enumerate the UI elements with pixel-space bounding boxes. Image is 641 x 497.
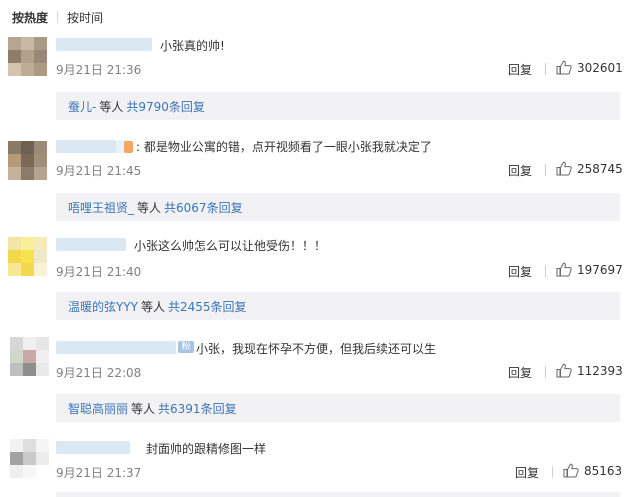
like-count: 197697 (577, 262, 623, 277)
reply-button[interactable]: 回复 (515, 464, 539, 481)
fan-badge: 粉 (178, 341, 194, 353)
reply-button[interactable]: 回复 (508, 364, 532, 381)
reply-button[interactable]: 回复 (508, 162, 532, 179)
sub-reply-others: 等人 (141, 299, 166, 314)
comment-time: 9月21日 21:40 (56, 265, 142, 279)
sub-reply-username[interactable]: 唔哩王祖贤_ (68, 199, 134, 216)
comment-time: 9月21日 21:45 (56, 164, 142, 178)
comment-item: : 都是物业公寓的错，点开视频看了一眼小张我就决定了 9月21日 21:45 回… (0, 137, 641, 237)
like-button[interactable]: 85163 (563, 463, 622, 478)
like-count: 112393 (577, 363, 623, 378)
avatar[interactable] (8, 141, 48, 181)
comment-item: 小张这么帅怎么可以让他受伤！！！ 9月21日 21:40 回复 197697 温… (0, 237, 641, 337)
action-divider (552, 466, 553, 478)
like-button[interactable]: 112393 (556, 363, 623, 378)
view-replies-link[interactable]: 共6067条回复 (164, 199, 243, 216)
like-count: 302601 (577, 60, 623, 75)
sub-reply-summary: 智聪高丽丽 等人 共6391条回复 (56, 394, 620, 422)
action-divider (545, 265, 546, 277)
thumbs-up-icon (556, 60, 572, 75)
sort-by-hot-tab[interactable]: 按热度 (12, 9, 48, 26)
like-button[interactable]: 197697 (556, 262, 623, 277)
thumbs-up-icon (563, 463, 579, 478)
reply-button[interactable]: 回复 (508, 61, 532, 78)
comment-item: 粉 小张，我现在怀孕不方便，但我后续还可以生 9月21日 22:08 回复 11… (0, 337, 641, 437)
avatar[interactable] (10, 439, 50, 479)
username-blurred[interactable] (56, 140, 116, 153)
action-divider (545, 366, 546, 378)
username-blurred[interactable] (56, 441, 130, 454)
user-badge-icon (124, 141, 133, 153)
sub-reply-username[interactable]: 温暖的弦YYY (68, 298, 138, 315)
username-blurred[interactable] (56, 238, 126, 251)
reply-button[interactable]: 回复 (508, 263, 532, 280)
comment-time: 9月21日 21:36 (56, 63, 142, 77)
thumbs-up-icon (556, 161, 572, 176)
sort-divider (57, 11, 59, 23)
thumbs-up-icon (556, 262, 572, 277)
view-replies-link[interactable]: 共9790条回复 (126, 98, 205, 115)
action-divider (545, 164, 546, 176)
sub-reply-summary-partial (56, 492, 620, 497)
view-replies-link[interactable]: 共2455条回复 (168, 298, 247, 315)
avatar[interactable] (8, 237, 48, 277)
avatar[interactable] (8, 37, 48, 77)
comment-time: 9月21日 21:37 (56, 466, 142, 480)
comment-text: 小张这么帅怎么可以让他受伤！！！ (134, 239, 327, 253)
comment-text: : 都是物业公寓的错，点开视频看了一眼小张我就决定了 (136, 140, 432, 154)
comment-text: 小张，我现在怀孕不方便，但我后续还可以生 (196, 342, 437, 356)
sub-reply-summary: 唔哩王祖贤_ 等人 共6067条回复 (56, 193, 620, 221)
sort-by-time-tab[interactable]: 按时间 (67, 9, 103, 26)
sub-reply-summary: 温暖的弦YYY 等人 共2455条回复 (56, 292, 620, 320)
like-button[interactable]: 302601 (556, 60, 623, 75)
sub-reply-others: 等人 (137, 200, 162, 215)
sub-reply-username[interactable]: 蚕儿- (68, 98, 96, 115)
username-blurred[interactable] (56, 38, 152, 51)
comment-text: 封面帅的跟精修图一样 (146, 442, 267, 456)
comment-time: 9月21日 22:08 (56, 366, 142, 380)
sub-reply-others: 等人 (131, 401, 156, 416)
comment-item: 封面帅的跟精修图一样 9月21日 21:37 回复 85163 (0, 437, 641, 497)
sub-reply-others: 等人 (99, 99, 124, 114)
thumbs-up-icon (556, 363, 572, 378)
sort-bar: 按热度 按时间 (12, 7, 103, 27)
sub-reply-summary: 蚕儿- 等人 共9790条回复 (56, 92, 620, 120)
comment-text: 小张真的帅! (160, 39, 225, 53)
action-divider (545, 63, 546, 75)
comment-item: 小张真的帅! 9月21日 21:36 回复 302601 蚕儿- 等人 共979… (0, 37, 641, 137)
view-replies-link[interactable]: 共6391条回复 (158, 400, 237, 417)
like-button[interactable]: 258745 (556, 161, 623, 176)
like-count: 258745 (577, 161, 623, 176)
username-blurred[interactable] (56, 341, 176, 354)
sub-reply-username[interactable]: 智聪高丽丽 (68, 400, 128, 417)
avatar[interactable] (10, 337, 50, 377)
like-count: 85163 (584, 463, 623, 478)
